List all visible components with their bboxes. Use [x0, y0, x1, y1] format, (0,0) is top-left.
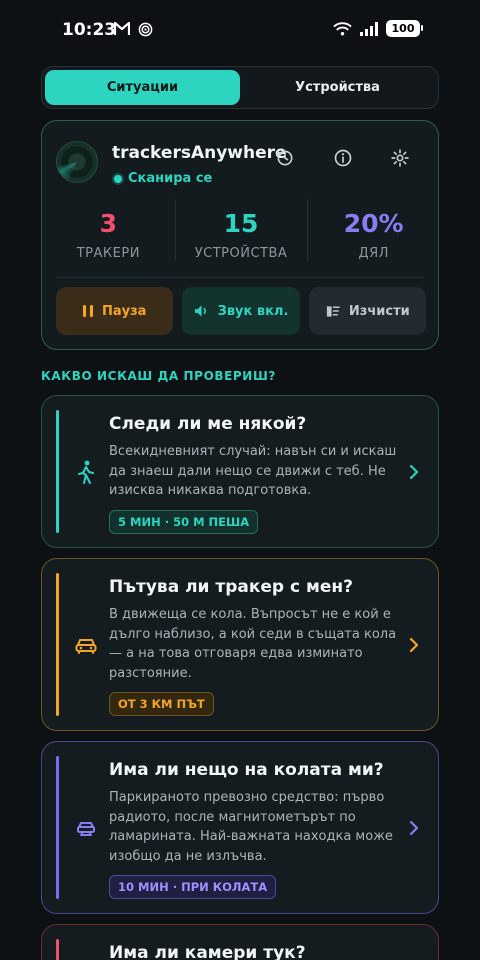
status-bar: 10:23 100 — [0, 0, 480, 58]
card-tag: 10 МИН · ПРИ КОЛАТА — [109, 875, 277, 899]
stat-trackers: 3 ТРАКЕРИ — [42, 199, 175, 269]
history-icon — [276, 150, 293, 166]
pause-button[interactable]: Пауза — [56, 287, 174, 335]
status-time: 10:23 — [62, 20, 117, 40]
card-description: В движеща се кола. Въпросът не е кой е д… — [109, 607, 397, 681]
app-name: trackersAnywhere — [112, 143, 287, 163]
clear-button-label: Изчисти — [348, 303, 410, 319]
status-system-icons: 100 — [333, 20, 423, 37]
pause-icon — [82, 305, 93, 317]
info-icon — [334, 149, 352, 167]
speaker-icon — [194, 305, 206, 317]
walking-icon — [72, 458, 100, 486]
scenario-card-cameras[interactable]: Има ли камери тук? — [41, 924, 439, 960]
tab-situations[interactable]: Ситуации — [45, 70, 240, 105]
sound-button-label: Звук вкл. — [217, 303, 289, 319]
card-tag: ОТ 3 КМ ПЪТ — [109, 692, 214, 716]
scenario-card-parked-car[interactable]: Има ли нещо на колата ми? Паркираното пр… — [41, 741, 439, 914]
panel-divider — [56, 277, 424, 278]
chevron-right-icon — [406, 465, 420, 479]
card-title: Има ли камери тук? — [109, 943, 306, 960]
battery-indicator: 100 — [386, 20, 423, 37]
stat-share-value: 20% — [343, 209, 404, 238]
card-title: Следи ли ме някой? — [109, 414, 307, 434]
stat-share: 20% ДЯЛ — [307, 199, 440, 269]
card-accent-bar — [56, 410, 59, 533]
scan-status-label: Сканира се — [128, 171, 213, 186]
radar-icon — [56, 141, 98, 183]
parked-car-icon — [72, 815, 100, 843]
scan-status-dot — [114, 174, 122, 183]
target-icon — [138, 22, 153, 37]
info-button[interactable] — [330, 145, 356, 171]
action-buttons: Пауза Звук вкл. Изчисти — [56, 287, 426, 335]
card-tag: 5 МИН · 50 М ПЕША — [109, 510, 259, 534]
clear-list-icon — [326, 306, 340, 317]
history-button[interactable] — [272, 145, 298, 171]
mail-icon — [114, 22, 130, 35]
sound-toggle-button[interactable]: Звук вкл. — [182, 287, 300, 335]
stat-devices: 15 УСТРОЙСТВА — [174, 199, 308, 269]
stat-trackers-value: 3 — [99, 209, 118, 238]
scan-status: Сканира се — [114, 171, 212, 186]
stat-trackers-label: ТРАКЕРИ — [76, 246, 140, 261]
stats-row: 3 ТРАКЕРИ 15 УСТРОЙСТВА 20% ДЯЛ — [42, 199, 440, 269]
chevron-right-icon — [406, 638, 420, 652]
scenario-card-car-ride[interactable]: Пътува ли тракер с мен? В движеща се кол… — [41, 558, 439, 731]
pause-button-label: Пауза — [101, 303, 147, 319]
signal-icon — [360, 21, 378, 36]
card-description: Паркираното превозно средство: първо рад… — [109, 790, 393, 864]
section-title: КАКВО ИСКАШ ДА ПРОВЕРИШ? — [41, 369, 276, 383]
car-icon — [72, 632, 100, 660]
scenario-card-followed[interactable]: Следи ли ме някой? Всекидневният случай:… — [41, 395, 439, 548]
chevron-right-icon — [406, 821, 420, 835]
card-accent-bar — [56, 756, 59, 899]
gear-icon — [391, 149, 409, 167]
view-tabs: Ситуации Устройства — [41, 66, 439, 109]
clear-button[interactable]: Изчисти — [308, 287, 426, 335]
card-description: Всекидневният случай: навън си и искаш д… — [109, 444, 397, 498]
card-accent-bar — [56, 939, 59, 960]
wifi-icon — [333, 21, 352, 35]
card-accent-bar — [56, 573, 59, 716]
card-title: Има ли нещо на колата ми? — [109, 760, 384, 780]
stat-devices-value: 15 — [223, 209, 259, 238]
stat-devices-label: УСТРОЙСТВА — [194, 246, 288, 261]
stat-share-label: ДЯЛ — [358, 246, 389, 261]
status-notification-icons — [114, 22, 153, 37]
card-title: Пътува ли тракер с мен? — [109, 577, 354, 597]
settings-button[interactable] — [387, 145, 413, 171]
scanner-panel: trackersAnywhere Сканира се 3 ТРАКЕРИ 15… — [41, 120, 439, 350]
tab-devices[interactable]: Устройства — [240, 70, 435, 105]
